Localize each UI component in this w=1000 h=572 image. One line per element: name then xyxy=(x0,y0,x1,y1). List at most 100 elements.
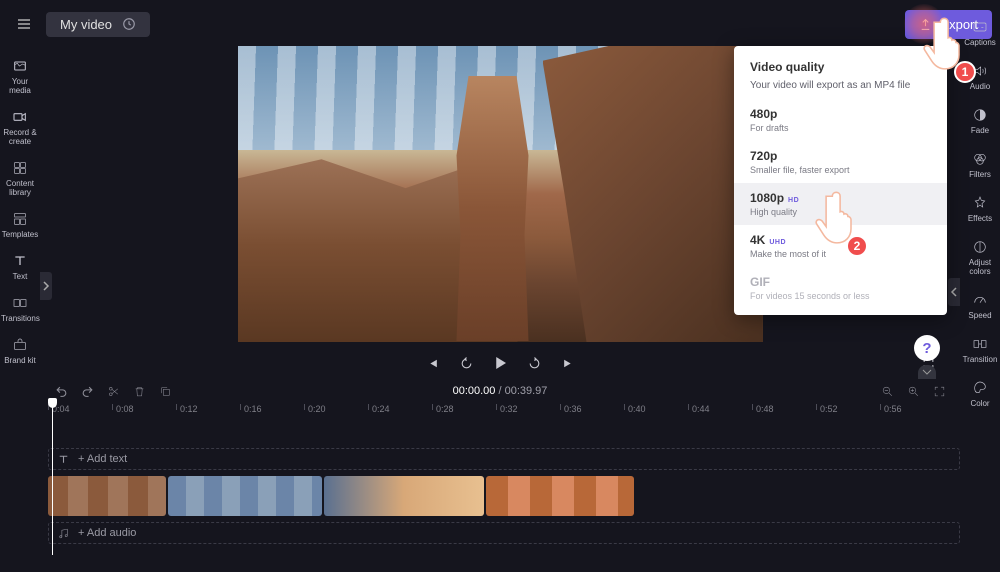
export-option-1080p[interactable]: 1080pHD High quality xyxy=(734,183,947,225)
rs-item-fade[interactable]: Fade xyxy=(960,100,1000,144)
sidebar-item-label: Your media xyxy=(1,77,39,95)
rs-label: Effects xyxy=(968,214,992,223)
playhead[interactable] xyxy=(52,400,53,555)
chevron-down-icon xyxy=(922,369,932,375)
export-panel-title: Video quality xyxy=(750,60,931,74)
forward-button[interactable] xyxy=(524,353,544,373)
rs-item-color[interactable]: Color xyxy=(960,373,1000,417)
video-clip[interactable] xyxy=(48,476,166,516)
text-icon xyxy=(57,453,70,466)
sidebar-item-your-media[interactable]: Your media xyxy=(0,52,40,103)
panel-collapse-button[interactable] xyxy=(918,365,936,379)
duplicate-button[interactable] xyxy=(158,384,172,398)
export-option-480p[interactable]: 480p For drafts xyxy=(734,99,947,141)
timeline-toolbar: 00:00.00 / 00:39.97 xyxy=(40,380,960,402)
time-total: 00:39.97 xyxy=(505,385,548,397)
timeline-ruler[interactable]: 0:040:080:120:160:200:240:280:320:360:40… xyxy=(48,404,960,420)
rs-label: Adjust colors xyxy=(961,258,999,276)
library-icon xyxy=(12,160,28,176)
audio-icon xyxy=(972,63,988,79)
undo-button[interactable] xyxy=(54,384,68,398)
timeline-tracks: + Add text + Add audio xyxy=(48,422,960,550)
chevron-right-icon xyxy=(42,281,50,291)
text-track-label: + Add text xyxy=(78,453,127,465)
ruler-label: 0:40 xyxy=(628,404,646,414)
color-icon xyxy=(972,380,988,396)
timecode: 00:00.00 / 00:39.97 xyxy=(453,385,548,397)
sidebar-item-record[interactable]: Record & create xyxy=(0,103,40,154)
video-clip[interactable] xyxy=(168,476,322,516)
sidebar-item-label: Content library xyxy=(1,179,39,197)
video-canvas[interactable] xyxy=(238,46,763,342)
brandkit-icon xyxy=(12,337,28,353)
player-controls xyxy=(52,346,948,380)
video-clip[interactable] xyxy=(324,476,484,516)
ruler-label: 0:48 xyxy=(756,404,774,414)
export-option-4k[interactable]: 4KUHD Make the most of it xyxy=(734,225,947,267)
sidebar-item-label: Transitions xyxy=(1,314,39,323)
media-icon xyxy=(12,58,28,74)
audio-track[interactable]: + Add audio xyxy=(48,522,960,544)
ruler-label: 0:36 xyxy=(564,404,582,414)
export-panel-subtitle: Your video will export as an MP4 file xyxy=(750,80,931,91)
delete-button[interactable] xyxy=(132,384,146,398)
captions-icon xyxy=(972,19,988,35)
rs-item-speed[interactable]: Speed xyxy=(960,285,1000,329)
ruler-label: 0:20 xyxy=(308,404,326,414)
rs-item-captions[interactable]: Captions xyxy=(960,12,1000,56)
chevron-left-icon xyxy=(950,287,958,297)
sync-icon xyxy=(122,17,136,31)
sidebar-item-templates[interactable]: Templates xyxy=(0,205,40,247)
rewind-button[interactable] xyxy=(456,353,476,373)
sidebar-item-text[interactable]: Text xyxy=(0,247,40,289)
templates-icon xyxy=(12,211,28,227)
fade-icon xyxy=(972,107,988,123)
help-button[interactable]: ? xyxy=(914,335,940,361)
transitions-icon xyxy=(12,295,28,311)
rs-item-filters[interactable]: Filters xyxy=(960,144,1000,188)
left-panel-expand-button[interactable] xyxy=(40,272,52,300)
rs-item-effects[interactable]: Effects xyxy=(960,188,1000,232)
filters-icon xyxy=(972,151,988,167)
split-button[interactable] xyxy=(106,384,120,398)
hamburger-icon xyxy=(16,16,32,32)
project-title[interactable]: My video xyxy=(46,12,150,37)
rs-item-transition[interactable]: Transition xyxy=(960,329,1000,373)
zoom-out-button[interactable] xyxy=(880,384,894,398)
sidebar-item-label: Record & create xyxy=(1,128,39,146)
skip-end-button[interactable] xyxy=(558,353,578,373)
ruler-label: 0:12 xyxy=(180,404,198,414)
ruler-label: 0:24 xyxy=(372,404,390,414)
export-option-gif[interactable]: GIF For videos 15 seconds or less xyxy=(734,267,947,309)
text-icon xyxy=(12,253,28,269)
text-track[interactable]: + Add text xyxy=(48,448,960,470)
fit-button[interactable] xyxy=(932,384,946,398)
transition-icon xyxy=(972,336,988,352)
audio-track-label: + Add audio xyxy=(78,527,136,539)
skip-start-button[interactable] xyxy=(422,353,442,373)
speed-icon xyxy=(972,292,988,308)
rs-label: Transition xyxy=(963,355,998,364)
play-button[interactable] xyxy=(490,353,510,373)
video-track[interactable] xyxy=(48,476,960,516)
ruler-label: 0:44 xyxy=(692,404,710,414)
sidebar-item-library[interactable]: Content library xyxy=(0,154,40,205)
adjust-icon xyxy=(972,239,988,255)
zoom-in-button[interactable] xyxy=(906,384,920,398)
export-option-720p[interactable]: 720p Smaller file, faster export xyxy=(734,141,947,183)
ruler-label: 0:16 xyxy=(244,404,262,414)
left-sidebar: Your media Record & create Content libra… xyxy=(0,48,40,572)
redo-button[interactable] xyxy=(80,384,94,398)
time-current: 00:00.00 xyxy=(453,385,496,397)
right-sidebar: Captions Audio Fade Filters Effects Adju… xyxy=(960,10,1000,572)
rs-label: Speed xyxy=(968,311,991,320)
right-panel-expand-button[interactable] xyxy=(948,278,960,306)
rs-item-audio[interactable]: Audio xyxy=(960,56,1000,100)
video-clip[interactable] xyxy=(486,476,634,516)
rs-item-adjust[interactable]: Adjust colors xyxy=(960,232,1000,285)
sidebar-item-transitions[interactable]: Transitions xyxy=(0,289,40,331)
rs-label: Color xyxy=(970,399,989,408)
sidebar-item-brandkit[interactable]: Brand kit xyxy=(0,331,40,373)
hamburger-menu-button[interactable] xyxy=(8,8,40,40)
annotation-ring xyxy=(904,4,944,44)
